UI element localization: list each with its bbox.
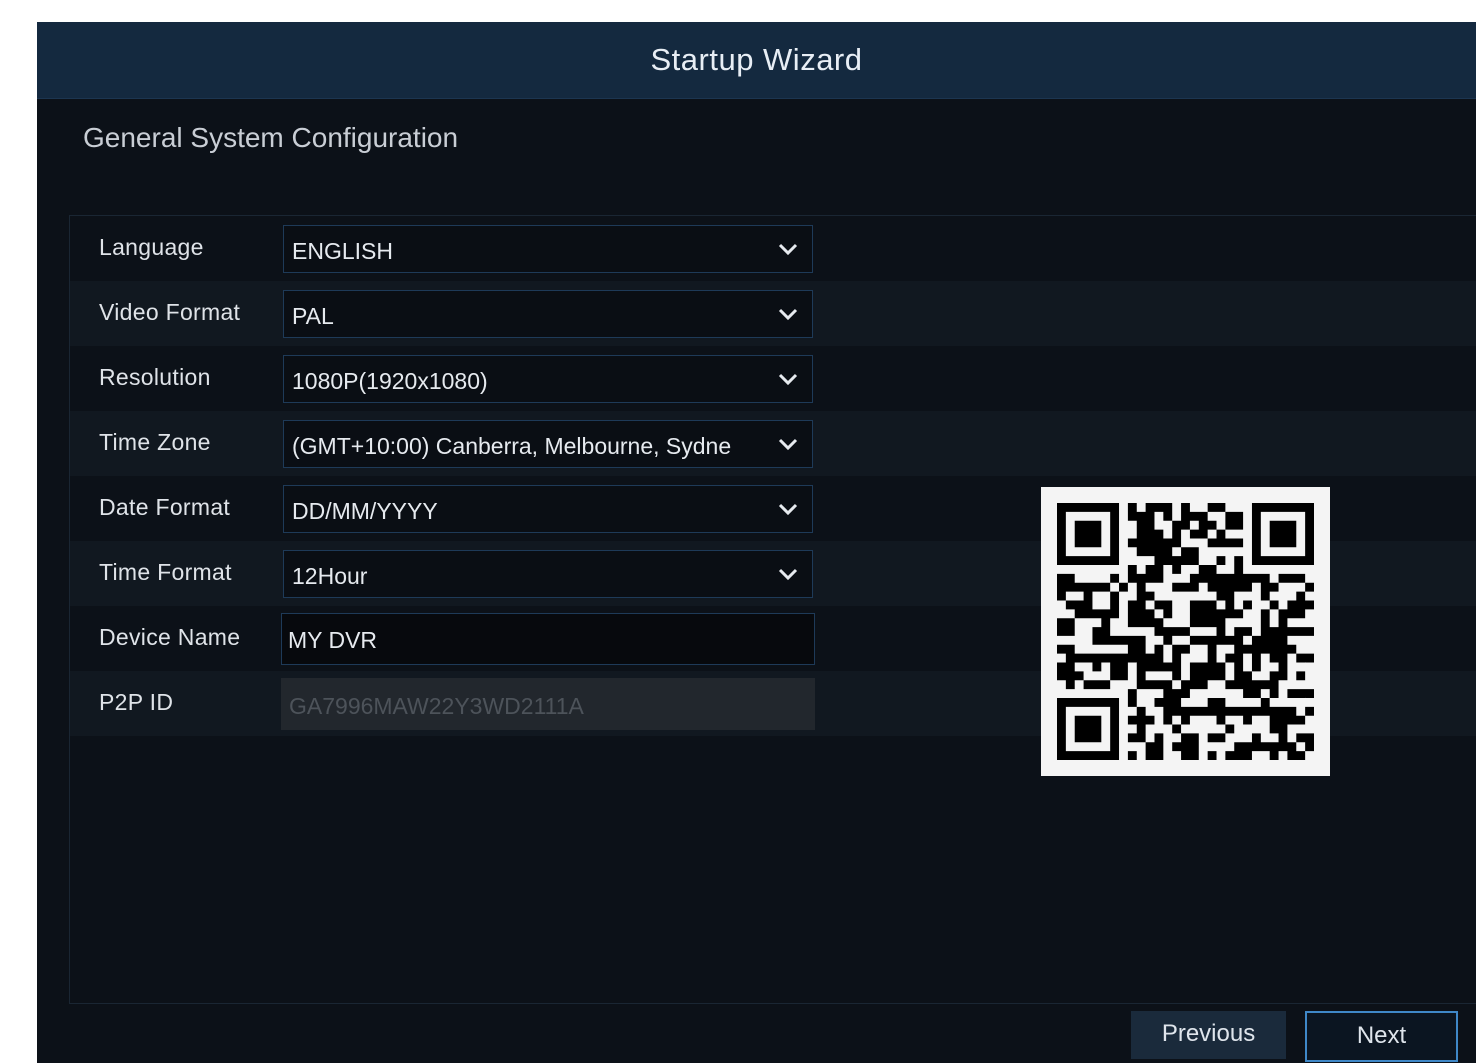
video-format-label: Video Format — [99, 299, 241, 325]
resolution-select[interactable]: 1080P(1920x1080) — [283, 355, 813, 403]
qr-code-icon — [1057, 503, 1314, 760]
chevron-down-icon — [778, 243, 798, 256]
row-time-zone: Time Zone (GMT+10:00) Canberra, Melbourn… — [70, 411, 1476, 476]
resolution-value: 1080P(1920x1080) — [292, 368, 488, 394]
qr-code-panel — [1041, 487, 1330, 776]
video-format-value: PAL — [292, 303, 334, 329]
date-format-select[interactable]: DD/MM/YYYY — [283, 485, 813, 533]
chevron-down-icon — [778, 308, 798, 321]
chevron-down-icon — [778, 503, 798, 516]
p2p-id-value: GA7996MAW22Y3WD2111A — [289, 693, 584, 719]
time-format-select[interactable]: 12Hour — [283, 550, 813, 598]
section-title: General System Configuration — [83, 122, 459, 153]
chevron-down-icon — [778, 438, 798, 451]
device-name-value: MY DVR — [288, 627, 378, 653]
language-label: Language — [99, 234, 204, 260]
window-title: Startup Wizard — [37, 22, 1476, 99]
time-format-label: Time Format — [99, 559, 232, 585]
language-value: ENGLISH — [292, 238, 393, 264]
settings-panel: Language ENGLISH Video Format PAL Resolu… — [69, 215, 1476, 1004]
time-zone-value: (GMT+10:00) Canberra, Melbourne, Sydne — [292, 433, 732, 459]
device-name-field[interactable]: MY DVR — [281, 613, 815, 665]
startup-wizard-window: Startup Wizard General System Configurat… — [37, 22, 1476, 1063]
time-zone-select[interactable]: (GMT+10:00) Canberra, Melbourne, Sydne — [283, 420, 813, 468]
language-select[interactable]: ENGLISH — [283, 225, 813, 273]
resolution-label: Resolution — [99, 364, 211, 390]
video-format-select[interactable]: PAL — [283, 290, 813, 338]
p2p-id-field: GA7996MAW22Y3WD2111A — [281, 678, 815, 730]
row-language: Language ENGLISH — [70, 216, 1476, 281]
date-format-value: DD/MM/YYYY — [292, 498, 438, 524]
device-name-label: Device Name — [99, 624, 241, 650]
chevron-down-icon — [778, 373, 798, 386]
row-video-format: Video Format PAL — [70, 281, 1476, 346]
time-format-value: 12Hour — [292, 563, 368, 589]
time-zone-label: Time Zone — [99, 429, 211, 455]
date-format-label: Date Format — [99, 494, 231, 520]
chevron-down-icon — [778, 568, 798, 581]
p2p-id-label: P2P ID — [99, 689, 174, 715]
previous-button[interactable]: Previous — [1131, 1011, 1286, 1059]
next-button[interactable]: Next — [1305, 1011, 1458, 1062]
row-resolution: Resolution 1080P(1920x1080) — [70, 346, 1476, 411]
